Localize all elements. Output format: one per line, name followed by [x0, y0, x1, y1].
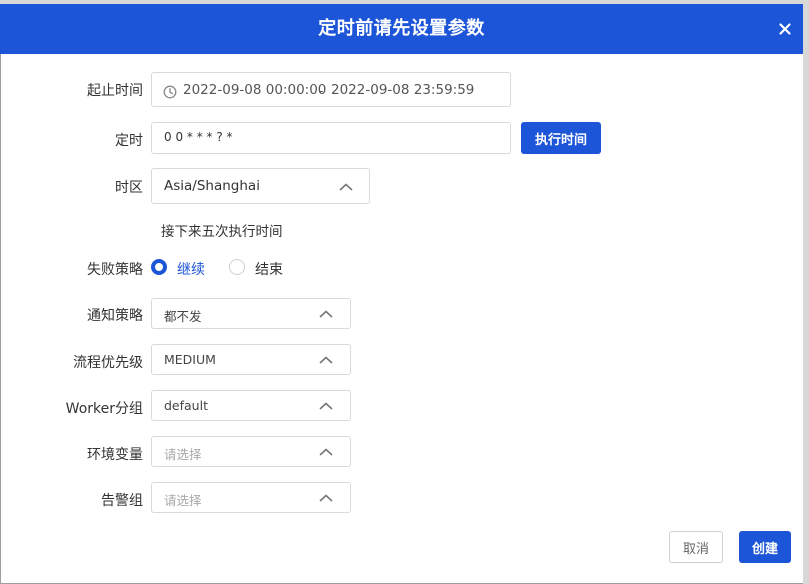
failure-end-radio[interactable] — [229, 259, 245, 275]
timezone-select[interactable]: Asia/Shanghai — [151, 168, 370, 204]
backdrop-right — [803, 0, 809, 584]
environment-placeholder: 请选择 — [164, 447, 202, 462]
priority-select[interactable]: MEDIUM — [151, 344, 351, 375]
chevron-up-icon — [319, 310, 333, 318]
time-range-separator: - — [319, 84, 324, 98]
environment-select[interactable]: 请选择 — [151, 436, 351, 467]
chevron-up-icon — [319, 356, 333, 364]
worker-group-value: default — [164, 398, 208, 413]
worker-group-label: Worker分组 — [65, 401, 143, 417]
chevron-up-icon — [319, 448, 333, 456]
execute-time-button[interactable]: 执行时间 — [521, 122, 601, 154]
alert-group-label: 告警组 — [101, 493, 143, 509]
time-range-label: 起止时间 — [87, 83, 143, 99]
failure-strategy-label: 失败策略 — [87, 262, 143, 278]
dialog-header: 定时前请先设置参数 — [0, 4, 803, 54]
priority-label: 流程优先级 — [73, 355, 143, 371]
next-five-executions-text: 接下来五次执行时间 — [161, 224, 283, 240]
alert-group-select[interactable]: 请选择 — [151, 482, 351, 513]
failure-end-label[interactable]: 结束 — [255, 259, 283, 279]
crontab-label: 定时 — [115, 133, 143, 149]
environment-label: 环境变量 — [87, 447, 143, 463]
chevron-up-icon — [339, 183, 353, 191]
notify-strategy-value: 都不发 — [164, 309, 202, 324]
time-range-end[interactable]: 2022-09-08 23:59:59 — [331, 82, 474, 98]
notify-strategy-select[interactable]: 都不发 — [151, 298, 351, 329]
time-range-start[interactable]: 2022-09-08 00:00:00 — [183, 82, 326, 98]
create-button[interactable]: 创建 — [739, 531, 791, 563]
timezone-value: Asia/Shanghai — [164, 178, 260, 194]
clock-icon — [163, 85, 177, 99]
failure-continue-label[interactable]: 继续 — [177, 259, 205, 279]
cancel-button[interactable]: 取消 — [669, 531, 723, 563]
notify-strategy-label: 通知策略 — [87, 308, 143, 324]
time-range-picker[interactable]: 2022-09-08 00:00:00 - 2022-09-08 23:59:5… — [151, 72, 511, 107]
alert-group-placeholder: 请选择 — [164, 493, 202, 508]
close-icon[interactable] — [777, 21, 793, 37]
chevron-up-icon — [319, 402, 333, 410]
dialog-title: 定时前请先设置参数 — [318, 18, 485, 39]
worker-group-select[interactable]: default — [151, 390, 351, 421]
crontab-value: 0 0 * * * ? * — [164, 130, 233, 144]
priority-value: MEDIUM — [164, 352, 216, 367]
crontab-input[interactable]: 0 0 * * * ? * — [151, 122, 511, 154]
chevron-up-icon — [319, 494, 333, 502]
failure-continue-radio[interactable] — [151, 259, 167, 275]
timezone-label: 时区 — [115, 180, 143, 196]
